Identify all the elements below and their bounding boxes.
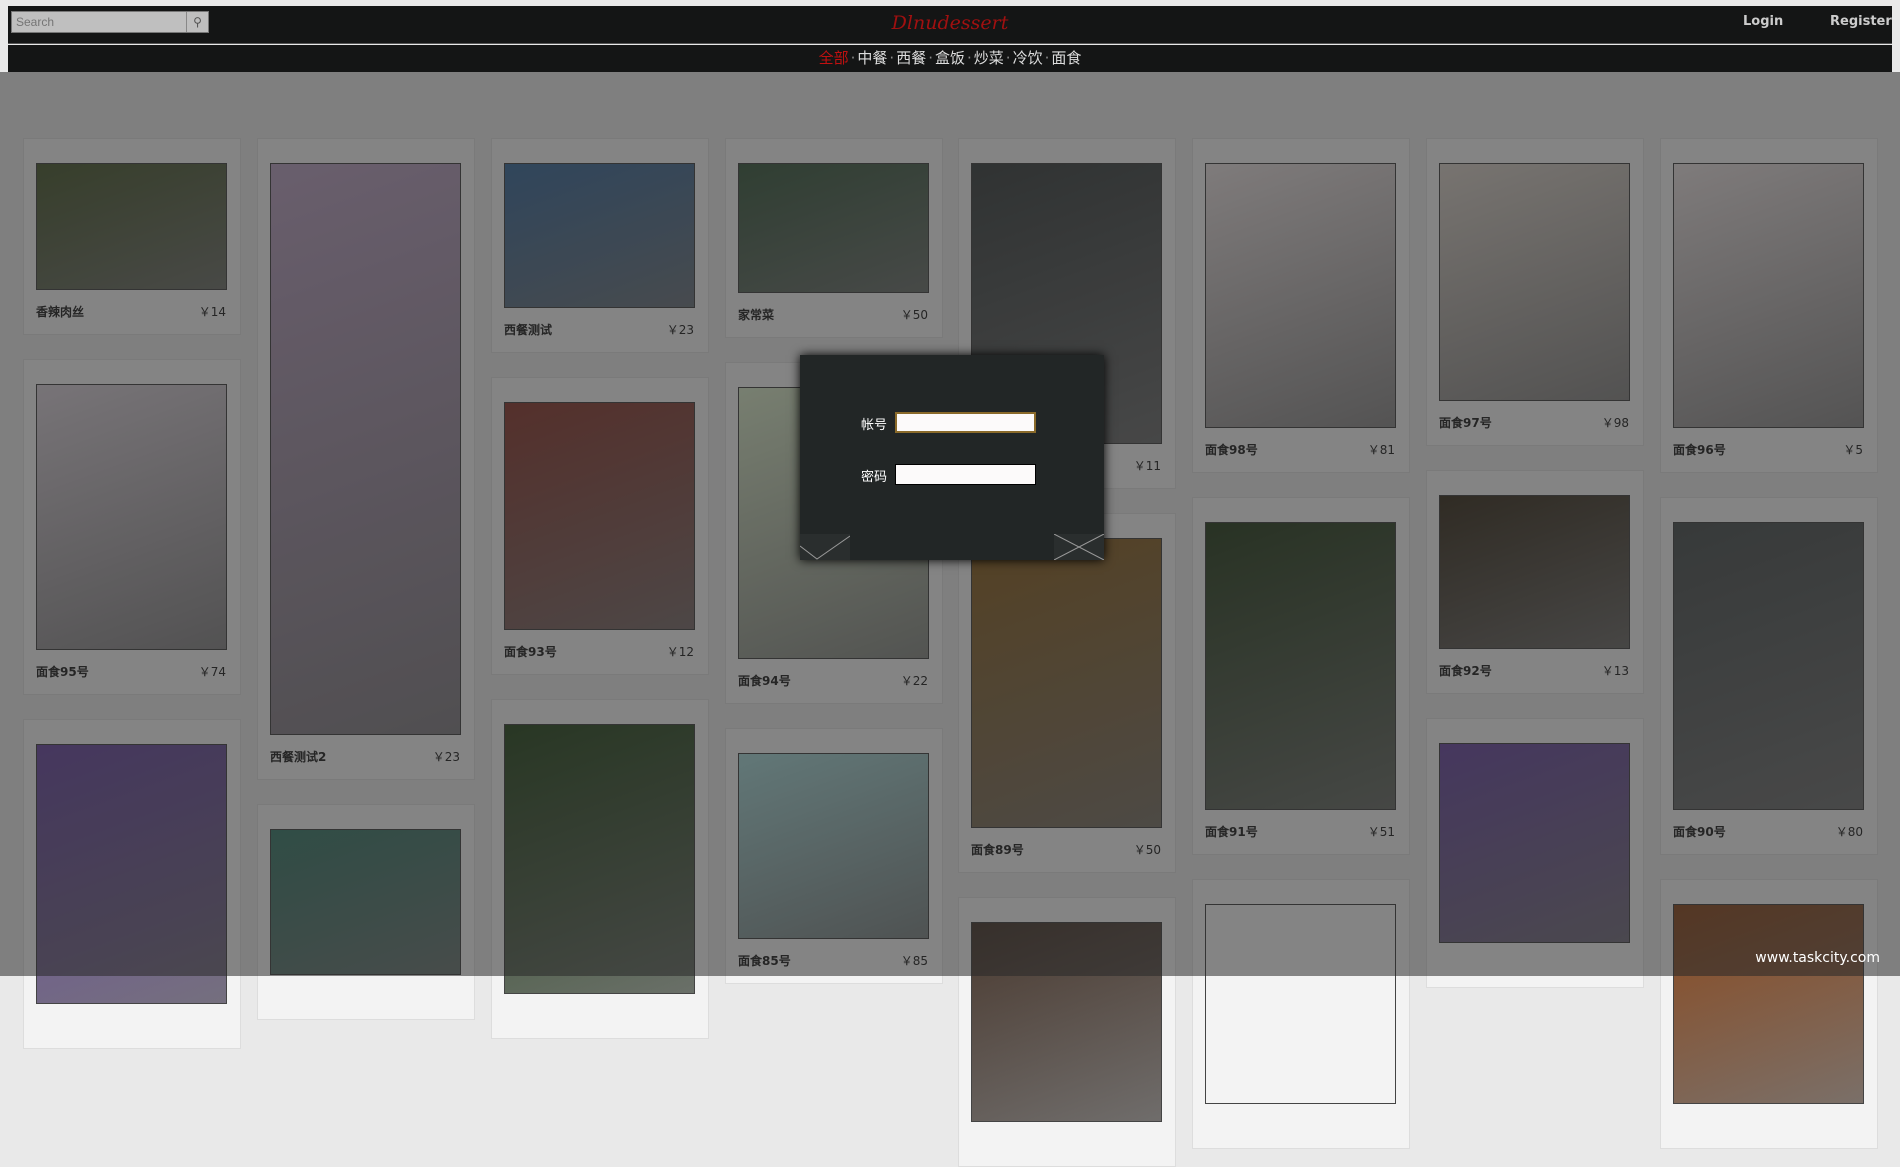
close-icon <box>1053 533 1105 561</box>
nav-separator: · <box>1044 49 1050 67</box>
nav-separator: · <box>967 49 972 67</box>
nav-item[interactable]: 西餐 <box>896 49 926 67</box>
password-input[interactable] <box>895 464 1036 485</box>
nav-item[interactable]: 全部 <box>819 49 849 67</box>
login-link[interactable]: Login <box>1743 14 1783 29</box>
register-link[interactable]: Register <box>1830 14 1892 29</box>
nav-item[interactable]: 面食 <box>1051 49 1081 67</box>
nav-separator: · <box>889 49 895 67</box>
nav-separator: · <box>850 49 856 67</box>
account-input[interactable] <box>895 412 1036 433</box>
check-icon <box>799 535 851 560</box>
footer-watermark: www.taskcity.com <box>1755 950 1880 966</box>
category-nav: 全部 · 中餐 · 西餐 · 盒饭 · 炒菜 · 冷饮 · 面食 <box>8 45 1892 72</box>
password-label: 密码 <box>861 470 888 485</box>
nav-separator: · <box>928 49 933 67</box>
nav-item[interactable]: 中餐 <box>857 49 887 67</box>
confirm-button[interactable] <box>799 534 851 560</box>
cancel-button[interactable] <box>1053 533 1105 561</box>
nav-item[interactable]: 炒菜 <box>974 49 1004 67</box>
nav-item[interactable]: 冷饮 <box>1013 49 1043 67</box>
account-label: 帐号 <box>861 418 888 433</box>
nav-separator: · <box>1005 49 1011 67</box>
top-bar: ⚲ Dlnudessert Login Register <box>8 6 1892 44</box>
logo: Dlnudessert <box>891 12 1009 34</box>
login-modal: 帐号 密码 <box>799 355 1105 561</box>
nav-item[interactable]: 盒饭 <box>935 49 965 67</box>
